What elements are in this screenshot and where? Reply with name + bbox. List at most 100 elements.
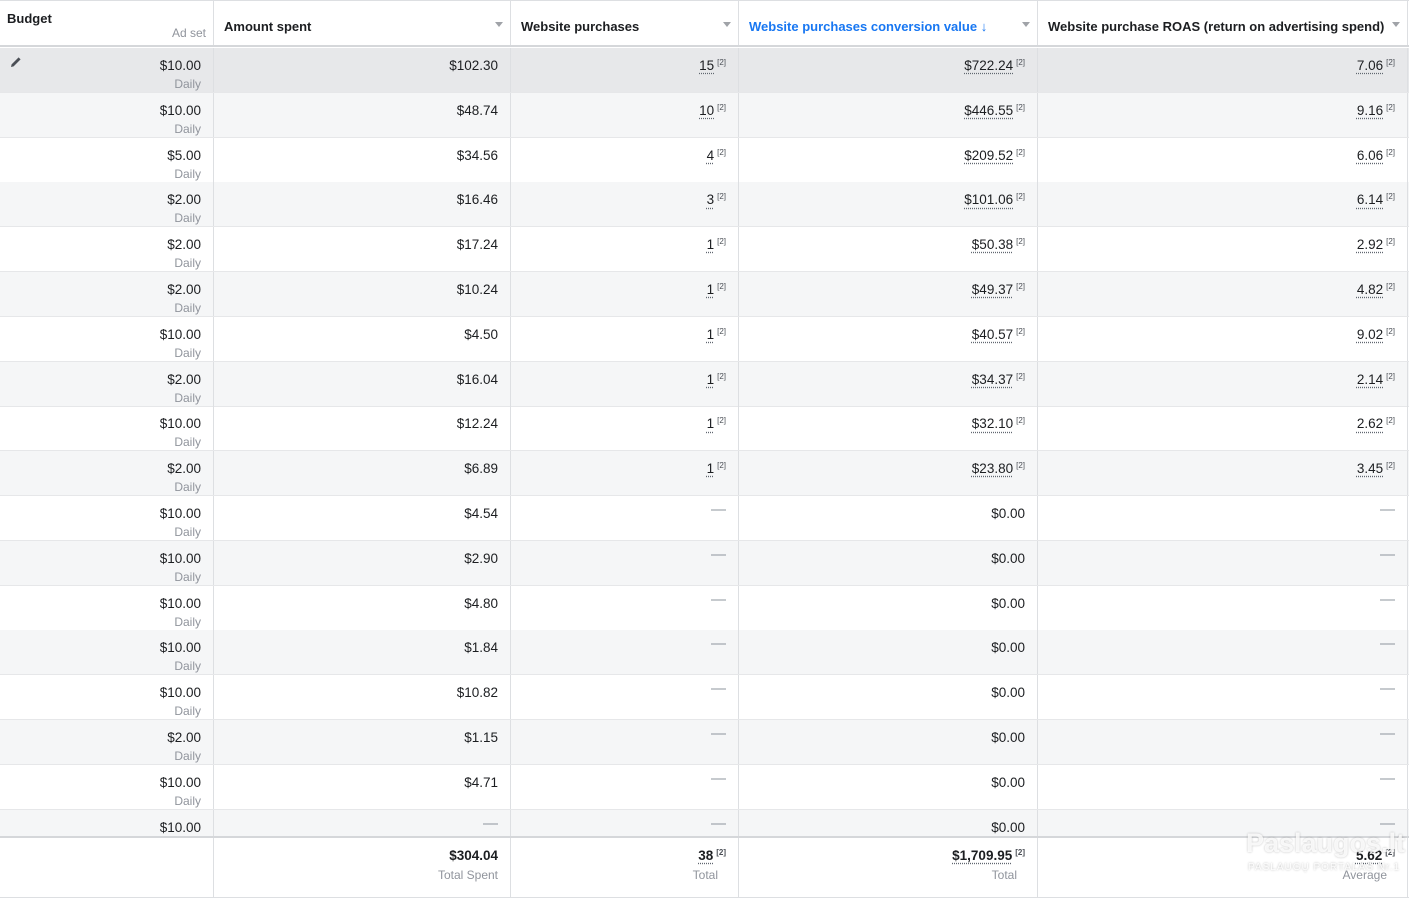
table-row[interactable]: $10.00 Daily $4.50 1 [2] $40.57 [2] 9.02 [2] [0, 316, 1409, 362]
info-icon[interactable]: [2] [717, 461, 726, 470]
info-icon[interactable]: [2] [1016, 461, 1025, 470]
info-icon[interactable]: [2] [1016, 327, 1025, 336]
info-icon[interactable]: [2] [1386, 192, 1395, 201]
roas-number[interactable]: 2.62 [1357, 416, 1383, 431]
info-icon[interactable]: [2] [1386, 237, 1395, 246]
table-row[interactable]: $2.00 Daily $17.24 1 [2] $50.38 [2] 2.92 [2] [0, 227, 1409, 273]
info-icon[interactable]: [2] [1016, 416, 1025, 425]
table-row[interactable]: $10.00 Daily $10.82 — $0.00 — [0, 675, 1409, 721]
info-icon[interactable]: [2] [1016, 282, 1025, 291]
table-row[interactable]: $2.00 Daily $10.24 1 [2] $49.37 [2] 4.82 [2] [0, 272, 1409, 317]
info-icon[interactable]: [2] [1386, 327, 1395, 336]
table-row[interactable]: $5.00 Daily $34.56 4 [2] $209.52 [2] 6.06 [2] [0, 137, 1409, 183]
column-header-roas[interactable]: Website purchase ROAS (return on adverti… [1037, 1, 1408, 45]
table-row[interactable]: $10.00 Daily $2.90 — $0.00 — [0, 540, 1409, 586]
info-icon[interactable]: [2] [717, 148, 726, 157]
table-row[interactable]: $10.00 Daily $102.30 15 [2] $722.24 [2] 7.06 [2] [0, 48, 1409, 93]
roas-number[interactable]: 9.16 [1357, 103, 1383, 118]
website-purchases-number[interactable]: 1 [707, 416, 715, 431]
edit-pencil-icon[interactable] [10, 56, 22, 68]
column-header-budget[interactable]: Budget Ad set [0, 1, 213, 45]
chevron-down-icon[interactable] [1392, 22, 1400, 27]
info-icon[interactable]: [2] [716, 848, 726, 857]
info-icon[interactable]: [2] [717, 416, 726, 425]
website-purchases-number[interactable]: 1 [707, 461, 715, 476]
info-icon[interactable]: [2] [1016, 103, 1025, 112]
roas-number[interactable]: 4.82 [1357, 282, 1383, 297]
total-value-number[interactable]: $1,709.95 [952, 848, 1012, 863]
budget-cell[interactable]: $10.00 Daily [0, 675, 213, 719]
conversion-value-number[interactable]: $40.57 [972, 327, 1013, 342]
table-row[interactable]: $10.00 Daily $12.24 1 [2] $32.10 [2] 2.62 [2] [0, 406, 1409, 452]
budget-cell[interactable]: $2.00 Daily [0, 720, 213, 764]
roas-number[interactable]: 9.02 [1357, 327, 1383, 342]
budget-cell[interactable]: $10.00 Daily [0, 406, 213, 450]
budget-cell[interactable]: $2.00 Daily [0, 182, 213, 226]
info-icon[interactable]: [2] [1016, 58, 1025, 67]
roas-number[interactable]: 2.14 [1357, 372, 1383, 387]
website-purchases-number[interactable]: 1 [707, 237, 715, 252]
info-icon[interactable]: [2] [1386, 461, 1395, 470]
table-row[interactable]: $10.00 Daily $48.74 10 [2] $446.55 [2] 9.16 [2] [0, 92, 1409, 138]
conversion-value-number[interactable]: $34.37 [972, 372, 1013, 387]
conversion-value-number[interactable]: $209.52 [964, 148, 1013, 163]
budget-cell[interactable]: $10.00 Daily [0, 630, 213, 674]
budget-cell[interactable]: $10.00 Daily [0, 93, 213, 137]
website-purchases-number[interactable]: 4 [707, 148, 715, 163]
website-purchases-number[interactable]: 3 [707, 192, 715, 207]
info-icon[interactable]: [2] [717, 327, 726, 336]
conversion-value-number[interactable]: $722.24 [964, 58, 1013, 73]
info-icon[interactable]: [2] [717, 372, 726, 381]
budget-cell[interactable]: $10.00 Daily [0, 541, 213, 585]
info-icon[interactable]: [2] [717, 237, 726, 246]
conversion-value-number[interactable]: $49.37 [972, 282, 1013, 297]
website-purchases-number[interactable]: 10 [699, 103, 714, 118]
website-purchases-number[interactable]: 1 [707, 282, 715, 297]
table-row[interactable]: $2.00 Daily $1.15 — $0.00 — [0, 720, 1409, 765]
info-icon[interactable]: [2] [1385, 848, 1395, 857]
roas-number[interactable]: 2.92 [1357, 237, 1383, 252]
info-icon[interactable]: [2] [1016, 148, 1025, 157]
budget-cell[interactable]: $10.00 Daily [0, 48, 213, 92]
column-header-website-purchases[interactable]: Website purchases [510, 1, 738, 45]
sort-descending-icon[interactable]: ↓ [981, 19, 988, 34]
table-row[interactable]: $10.00 Daily $4.54 — $0.00 — [0, 496, 1409, 541]
table-row[interactable]: $10.00 Daily $4.71 — $0.00 — [0, 764, 1409, 810]
website-purchases-number[interactable]: 1 [707, 327, 715, 342]
info-icon[interactable]: [2] [1386, 372, 1395, 381]
info-icon[interactable]: [2] [717, 192, 726, 201]
table-row[interactable]: $10.00 Daily $1.84 — $0.00 — [0, 630, 1409, 676]
table-row[interactable]: $2.00 Daily $6.89 1 [2] $23.80 [2] 3.45 [2] [0, 451, 1409, 497]
info-icon[interactable]: [2] [1386, 416, 1395, 425]
info-icon[interactable]: [2] [1016, 192, 1025, 201]
roas-number[interactable]: 6.06 [1357, 148, 1383, 163]
conversion-value-number[interactable]: $101.06 [964, 192, 1013, 207]
budget-cell[interactable]: $10.00 Daily [0, 765, 213, 809]
info-icon[interactable]: [2] [717, 58, 726, 67]
budget-cell[interactable]: $10.00 Daily [0, 317, 213, 361]
conversion-value-number[interactable]: $446.55 [964, 103, 1013, 118]
total-purchases-number[interactable]: 38 [698, 848, 713, 863]
table-row[interactable]: $2.00 Daily $16.04 1 [2] $34.37 [2] 2.14 [2] [0, 361, 1409, 407]
info-icon[interactable]: [2] [1386, 148, 1395, 157]
budget-cell[interactable]: $2.00 Daily [0, 362, 213, 406]
table-row[interactable]: $10.00 Daily $4.80 — $0.00 — [0, 585, 1409, 631]
budget-cell[interactable]: $5.00 Daily [0, 138, 213, 182]
website-purchases-number[interactable]: 1 [707, 372, 715, 387]
budget-cell[interactable]: $2.00 Daily [0, 451, 213, 495]
budget-cell[interactable]: $10.00 Daily [0, 496, 213, 540]
column-header-amount-spent[interactable]: Amount spent [213, 1, 510, 45]
column-header-conversion-value[interactable]: Website purchases conversion value ↓ [738, 1, 1037, 45]
roas-number[interactable]: 3.45 [1357, 461, 1383, 476]
info-icon[interactable]: [2] [1386, 103, 1395, 112]
info-icon[interactable]: [2] [1016, 237, 1025, 246]
info-icon[interactable]: [2] [1386, 282, 1395, 291]
average-roas-number[interactable]: 5.62 [1356, 848, 1382, 863]
info-icon[interactable]: [2] [717, 103, 726, 112]
info-icon[interactable]: [2] [1015, 848, 1025, 857]
chevron-down-icon[interactable] [495, 22, 503, 27]
budget-cell[interactable]: $10.00 Daily [0, 586, 213, 630]
roas-number[interactable]: 7.06 [1357, 58, 1383, 73]
chevron-down-icon[interactable] [723, 22, 731, 27]
chevron-down-icon[interactable] [1022, 22, 1030, 27]
